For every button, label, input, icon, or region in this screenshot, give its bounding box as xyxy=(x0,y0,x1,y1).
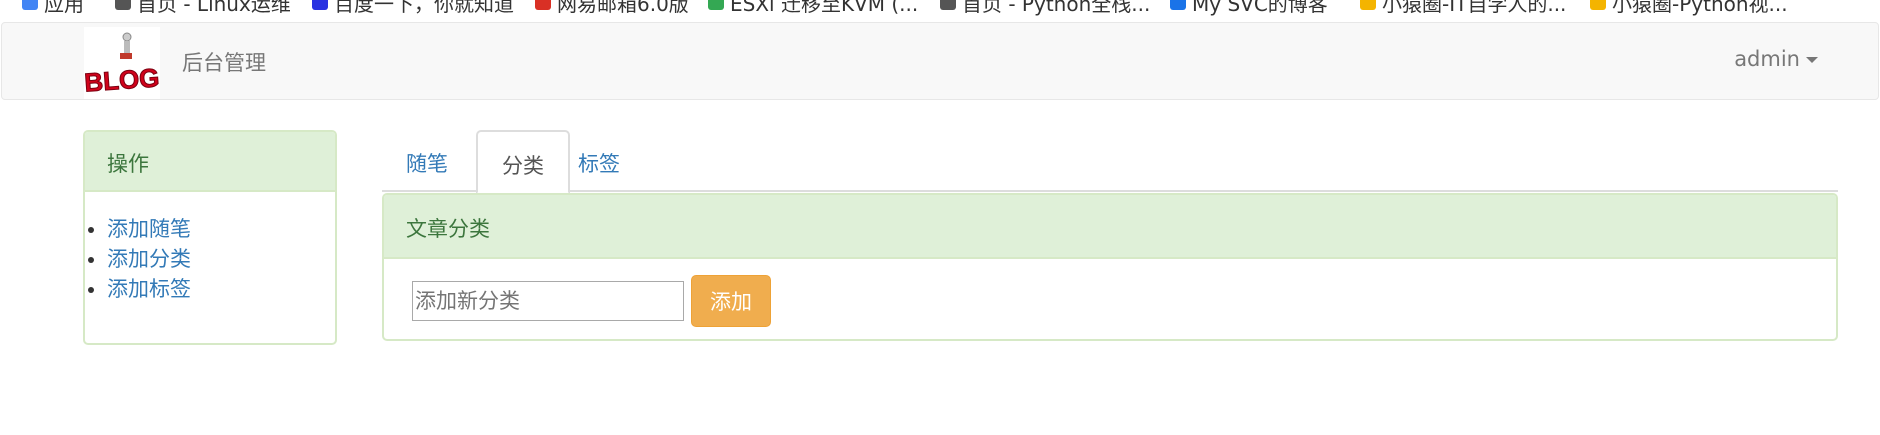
bookmark-item[interactable]: 网易邮箱6.0版 xyxy=(535,0,689,16)
operations-panel: 操作 添加随笔 添加分类 添加标签 xyxy=(83,130,337,345)
bookmark-item[interactable]: My SVC的博客 xyxy=(1170,0,1328,16)
add-post-link[interactable]: 添加随笔 xyxy=(107,217,191,241)
bookmark-icon xyxy=(708,0,724,10)
list-item: 添加随笔 xyxy=(107,214,335,244)
user-dropdown[interactable]: admin xyxy=(1734,47,1818,71)
add-tag-link[interactable]: 添加标签 xyxy=(107,277,191,301)
bookmark-icon xyxy=(1360,0,1376,10)
bookmark-item[interactable]: ESXi 迁移至KVM (... xyxy=(708,0,918,16)
add-button[interactable]: 添加 xyxy=(691,275,771,327)
add-category-form: 添加 xyxy=(412,275,771,327)
category-panel-title: 文章分类 xyxy=(384,195,1836,259)
category-panel: 文章分类 添加 xyxy=(382,193,1838,341)
content-tabs: 随笔 分类 标签 xyxy=(382,130,1838,194)
mail-icon xyxy=(535,0,551,10)
bookmark-icon xyxy=(1590,0,1606,10)
add-category-link[interactable]: 添加分类 xyxy=(107,247,191,271)
svg-text:BLOG: BLOG xyxy=(84,62,160,97)
caret-down-icon xyxy=(1806,57,1818,63)
new-category-input[interactable] xyxy=(412,281,684,321)
book-icon xyxy=(940,0,956,10)
top-navbar: BLOG 后台管理 admin xyxy=(1,22,1879,100)
bookmark-item[interactable]: 首页 - Linux运维 xyxy=(115,0,291,16)
tab-tags[interactable]: 标签 xyxy=(554,130,644,192)
blog-logo[interactable]: BLOG xyxy=(84,27,160,99)
list-item: 添加分类 xyxy=(107,244,335,274)
book-icon xyxy=(115,0,131,10)
bookmark-apps[interactable]: 应用 xyxy=(22,0,84,16)
tab-posts[interactable]: 随笔 xyxy=(382,130,472,192)
bookmark-item[interactable]: 小猿圈-IT自学人的... xyxy=(1360,0,1566,16)
list-item: 添加标签 xyxy=(107,274,335,304)
operations-panel-title: 操作 xyxy=(85,132,335,192)
blog-icon xyxy=(1170,0,1186,10)
bookmark-item[interactable]: 小猿圈-Python视... xyxy=(1590,0,1788,16)
apps-icon xyxy=(22,0,38,10)
bookmarks-bar: 应用 首页 - Linux运维 百度一下，你就知道 网易邮箱6.0版 ESXi … xyxy=(0,0,1880,22)
operations-list: 添加随笔 添加分类 添加标签 xyxy=(85,214,335,304)
brand-title[interactable]: 后台管理 xyxy=(182,47,266,77)
baidu-icon xyxy=(312,0,328,10)
username: admin xyxy=(1734,47,1800,71)
bookmark-item[interactable]: 百度一下，你就知道 xyxy=(312,0,514,16)
bookmark-item[interactable]: 首页 - Python全栈... xyxy=(940,0,1150,16)
